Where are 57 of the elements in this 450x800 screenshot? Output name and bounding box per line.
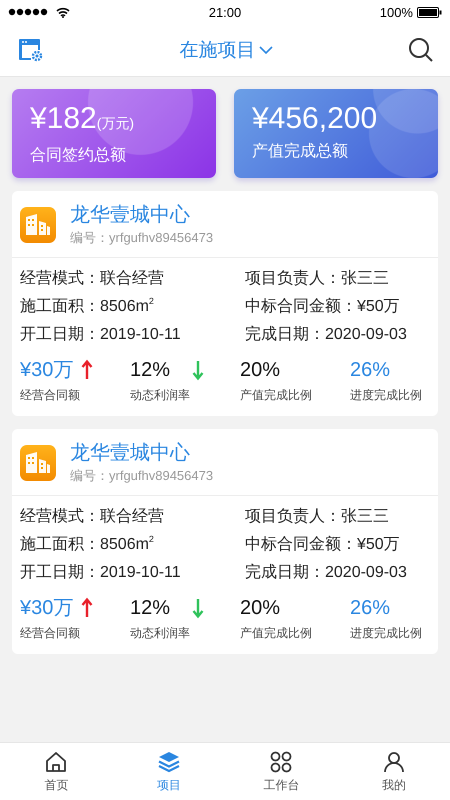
info-field: 经营模式：联合经营	[20, 506, 245, 527]
metric-label: 产值完成比例	[240, 387, 313, 404]
metric-value: 12%	[130, 359, 170, 381]
project-filter-dropdown[interactable]: 在施项目	[180, 37, 272, 63]
metric-value: 20%	[240, 359, 280, 381]
info-field: 施工面积：8506m$^{2}$	[20, 296, 245, 317]
info-field: 项目负责人：张三三	[245, 506, 430, 527]
metric-value: 20%	[240, 597, 280, 619]
metric-label: 经营合同额	[20, 625, 81, 642]
building-icon	[20, 207, 56, 243]
project-name[interactable]: 龙华壹城中心	[70, 441, 214, 465]
settings-button[interactable]	[18, 38, 44, 62]
project-code: 编号：yrfgufhv89456473	[70, 467, 214, 485]
info-field: 经营模式：联合经营	[20, 268, 245, 289]
metric-value: 26%	[350, 597, 390, 619]
building-icon	[20, 445, 56, 481]
metric-label: 产值完成比例	[240, 625, 313, 642]
tab-bar-item[interactable]: 项目	[112, 743, 225, 800]
summary-label: 产值完成总额	[252, 142, 349, 162]
info-field: 项目负责人：张三三	[245, 268, 430, 289]
four-circles-icon	[269, 750, 294, 774]
metric-label: 进度完成比例	[350, 625, 423, 642]
project-name[interactable]: 龙华壹城中心	[70, 203, 214, 227]
info-field: 开工日期：2019-10-11	[20, 562, 245, 583]
metric-label: 动态利润率	[130, 387, 191, 404]
status-time: 21:00	[208, 4, 242, 20]
summary-label: 合同签约总额	[30, 146, 127, 166]
metric-label: 进度完成比例	[350, 387, 423, 404]
info-field: 中标合同金额：¥50万	[245, 296, 430, 317]
window-gear-icon	[18, 38, 44, 62]
wifi-icon	[56, 6, 70, 18]
info-field: 开工日期：2019-10-11	[20, 324, 245, 345]
metric-value: ¥30万	[20, 359, 74, 381]
search-icon	[408, 37, 434, 63]
metric-value: 26%	[350, 359, 390, 381]
metric-value: 12%	[130, 597, 170, 619]
total-amount: ¥182	[30, 101, 97, 137]
info-field: 施工面积：8506m$^{2}$	[20, 534, 245, 555]
metric-value: ¥30万	[20, 597, 74, 619]
person-icon	[382, 750, 406, 774]
metric-label: 动态利润率	[130, 625, 191, 642]
chevron-down-icon	[258, 46, 272, 54]
unit-label: (万元)	[96, 114, 134, 133]
metric-label: 经营合同额	[20, 387, 81, 404]
info-field: 完成日期：2020-09-03	[245, 324, 430, 345]
tab-bar-item[interactable]: 工作台	[225, 743, 338, 800]
layers-icon	[156, 750, 181, 774]
project-code: 编号：yrfgufhv89456473	[70, 229, 214, 247]
total-amount: ¥456,200	[252, 101, 378, 137]
home-icon	[44, 750, 68, 774]
battery-percent: 100%	[380, 4, 413, 20]
info-field: 中标合同金额：¥50万	[245, 534, 430, 555]
search-button[interactable]	[408, 37, 434, 63]
info-field: 完成日期：2020-09-03	[245, 562, 430, 583]
battery-icon	[416, 6, 442, 18]
tab-bar-item[interactable]: 首页	[0, 743, 112, 800]
tab-bar-item[interactable]: 我的	[338, 743, 450, 800]
